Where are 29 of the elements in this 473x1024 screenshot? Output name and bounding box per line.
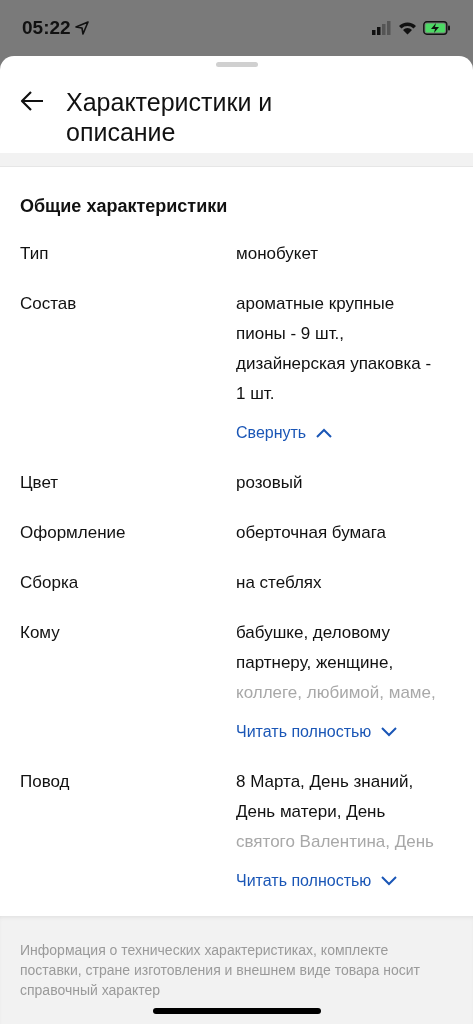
drag-handle[interactable] <box>215 62 258 67</box>
spec-value: бабушке, деловому партнеру, женщине, <box>236 622 395 674</box>
spec-label: Кому <box>20 622 61 644</box>
back-arrow-icon <box>20 90 44 111</box>
spec-value: оберточная бумага <box>236 522 386 544</box>
battery-charging-icon <box>423 21 451 35</box>
location-arrow-icon <box>74 21 89 35</box>
status-time: 05:22 <box>22 17 71 39</box>
faded-text: святого Валентина, День <box>236 831 434 853</box>
wifi-icon <box>398 21 417 35</box>
page-title: Характеристики и описание <box>66 86 274 147</box>
signal-icon <box>372 21 392 35</box>
faded-text: коллеге, любимой, маме, <box>236 682 436 704</box>
spec-value: ароматные крупные пионы - 9 шт., дизайнерская упаковка - 1 шт. <box>236 293 433 405</box>
toggle-link[interactable]: Читать полностью <box>236 717 398 747</box>
spec-value: розовый <box>236 472 303 494</box>
spec-value: на стеблях <box>236 572 322 594</box>
spec-label: Сборка <box>20 572 80 594</box>
toggle-link[interactable]: Свернуть <box>236 418 333 448</box>
spec-value: монобукет <box>236 243 319 265</box>
spec-label: Состав <box>20 293 78 315</box>
spec-value: 8 Марта, День знаний, День матери, День <box>236 771 415 823</box>
toggle-link[interactable]: Читать полностью <box>236 866 398 896</box>
spec-label: Повод <box>20 771 71 793</box>
disclaimer-text: Информация о технических характеристиках, комплекте поставки, стране изготовления и внешнем виде товара носит справочный характер <box>20 941 421 1000</box>
section-title: Общие характеристики <box>20 195 229 218</box>
spec-label: Тип <box>20 243 50 265</box>
spec-label: Оформление <box>20 522 127 544</box>
spec-label: Цвет <box>20 472 60 494</box>
